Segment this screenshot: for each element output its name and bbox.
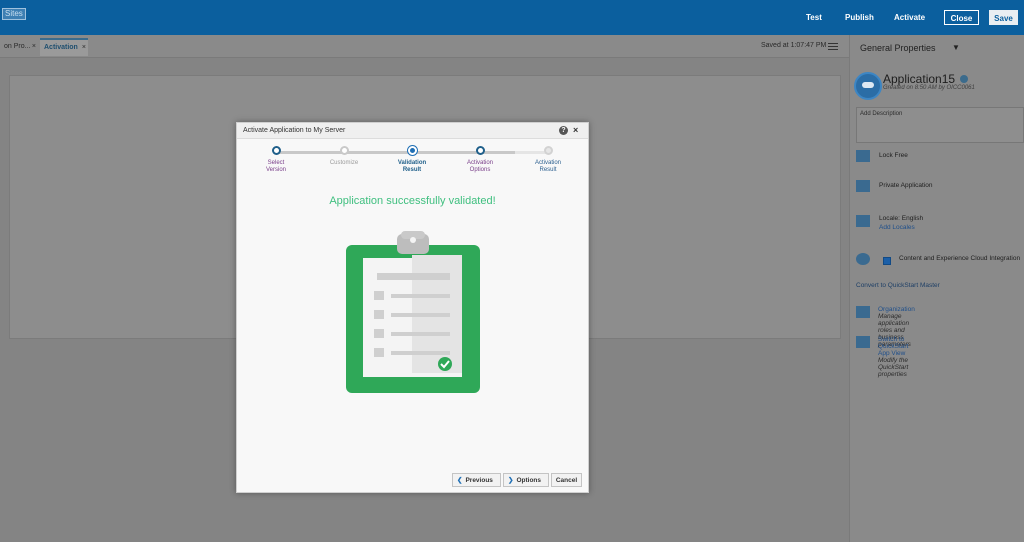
user-icon	[856, 180, 870, 192]
activate-dialog: Activate Application to My Server ? × Se…	[236, 122, 589, 493]
tab-strip: on Pro... × Activation × Saved at 1:07:4…	[0, 35, 849, 58]
step-label: Validation Result	[397, 160, 427, 173]
success-message: Application successfully validated!	[329, 195, 496, 207]
globe-icon	[856, 215, 870, 227]
application-name: Application15	[883, 72, 956, 86]
dialog-title: Activate Application to My Server	[243, 127, 346, 134]
previous-label: Previous	[465, 477, 493, 484]
close-button[interactable]: Close	[944, 10, 979, 25]
tab-label: Activation	[44, 44, 78, 51]
step-validation-result[interactable]	[408, 146, 417, 155]
switch-icon	[856, 336, 870, 348]
step-customize[interactable]	[340, 146, 349, 155]
step-label: Customize	[329, 160, 359, 166]
edit-icon[interactable]	[960, 75, 968, 83]
convert-link[interactable]: Convert to QuickStart Master	[856, 282, 940, 289]
description-placeholder: Add Description	[860, 111, 903, 117]
integration-icon	[856, 253, 870, 265]
chevron-left-icon: ❮	[457, 477, 463, 484]
panel-title: General Properties	[860, 43, 936, 53]
tab-activation[interactable]: Activation ×	[40, 38, 88, 56]
lock-label: Lock Free	[879, 152, 908, 159]
dialog-header: Activate Application to My Server ? ×	[237, 123, 588, 139]
organization-icon	[856, 306, 870, 318]
close-icon[interactable]: ×	[82, 40, 86, 56]
application-subtitle: Greated on 8:50 AM by OICC0061	[883, 85, 975, 91]
help-icon[interactable]: ?	[559, 126, 568, 135]
app-logo[interactable]: Sites	[2, 8, 26, 20]
close-icon[interactable]: ×	[32, 39, 36, 55]
clipboard-icon	[346, 231, 480, 393]
activate-link[interactable]: Activate	[894, 13, 925, 22]
cancel-button[interactable]: Cancel	[551, 473, 582, 487]
test-link[interactable]: Test	[806, 13, 822, 22]
options-label: Options	[516, 477, 542, 484]
switch-view-link[interactable]: Switch to QuickStart App View	[878, 336, 908, 357]
step-activation-result[interactable]	[544, 146, 553, 155]
saved-status: Saved at 1:07:47 PM	[761, 42, 827, 49]
step-select-version[interactable]	[272, 146, 281, 155]
cloud-app-icon	[854, 72, 882, 100]
step-label: Activation Options	[466, 160, 493, 173]
step-label: Select Version	[265, 160, 286, 173]
tab-label: on Pro...	[4, 43, 31, 50]
options-button[interactable]: ❯ Options	[503, 473, 549, 487]
add-locales-link[interactable]: Add Locales	[879, 224, 915, 231]
private-label: Private Application	[879, 182, 933, 189]
list-icon[interactable]	[828, 43, 838, 51]
top-app-bar: Sites Test Publish Activate Close Save	[0, 0, 1024, 35]
chevron-down-icon[interactable]: ▼	[952, 43, 960, 52]
tab-page-properties[interactable]: on Pro... ×	[0, 39, 38, 55]
switch-view-subtitle: Modify the QuickStart properties	[878, 357, 909, 378]
description-field[interactable]: Add Description	[856, 107, 1024, 143]
previous-button[interactable]: ❮ Previous	[452, 473, 501, 487]
organization-link[interactable]: Organization	[878, 306, 915, 313]
save-button[interactable]: Save	[989, 10, 1018, 25]
close-icon[interactable]: ×	[573, 125, 578, 135]
integration-label: Content and Experience Cloud Integration	[899, 255, 1021, 262]
properties-panel: General Properties ▼ Application15 Great…	[849, 35, 1024, 542]
lock-icon	[856, 150, 870, 162]
publish-link[interactable]: Publish	[845, 13, 874, 22]
chevron-right-icon: ❯	[508, 477, 514, 484]
step-activation-options[interactable]	[476, 146, 485, 155]
integration-checkbox[interactable]	[883, 257, 891, 265]
step-label: Activation Result	[534, 160, 561, 173]
locale-label: Locale: English	[879, 215, 924, 222]
